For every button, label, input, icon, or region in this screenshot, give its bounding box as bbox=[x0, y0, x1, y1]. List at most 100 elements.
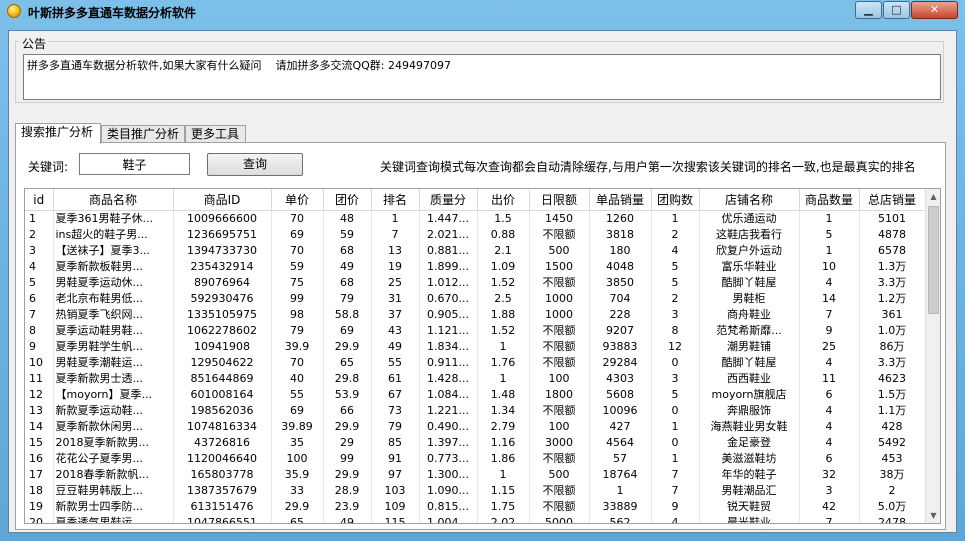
table-cell: 5 bbox=[651, 387, 700, 403]
column-header[interactable]: id bbox=[25, 189, 54, 211]
scroll-up-arrow-icon[interactable]: ▲ bbox=[926, 189, 940, 205]
keyword-input[interactable] bbox=[79, 153, 190, 175]
table-row[interactable]: 7 热销夏季飞织网... 1335105975 98 58.8 37 0.905... 1.8… bbox=[25, 307, 926, 323]
table-cell: 109 bbox=[371, 499, 420, 515]
table-cell: 500 bbox=[529, 467, 590, 483]
column-header[interactable]: 质量分 bbox=[419, 189, 478, 211]
table-cell: 85 bbox=[371, 435, 420, 451]
close-button[interactable]: ✕ bbox=[911, 1, 958, 19]
table-row[interactable]: 16 花花公子夏季男... 1120046640 100 99 91 0.773... 1.8… bbox=[25, 451, 926, 467]
table-row[interactable]: 14 夏季新款休闲男... 1074816334 39.89 29.9 79 0.490..… bbox=[25, 419, 926, 435]
scroll-thumb[interactable] bbox=[928, 206, 939, 314]
table-cell: 1.09 bbox=[477, 259, 530, 275]
table-row[interactable]: 2 ins超火的鞋子男... 1236695751 69 59 7 2.021... 0.88… bbox=[25, 227, 926, 243]
table-row[interactable]: 10 男鞋夏季潮鞋运... 129504622 70 65 55 0.911... 1.76 不… bbox=[25, 355, 926, 371]
table-cell: 金足豪登 bbox=[699, 435, 800, 451]
table-row[interactable]: 4 夏季新款板鞋男... 235432914 59 49 19 1.899... 1.09 15… bbox=[25, 259, 926, 275]
table-row[interactable]: 5 男鞋夏季运动休... 89076964 75 68 25 1.012... 1.52 不限额… bbox=[25, 275, 926, 291]
table-cell: 66 bbox=[323, 403, 372, 419]
query-hint: 关键词查询模式每次查询都会自动清除缓存,与用户第一次搜索该关键词的排名一致,也是… bbox=[380, 160, 916, 174]
table-row[interactable]: 13 新款夏季运动鞋... 198562036 69 66 73 1.221... 1.34 不… bbox=[25, 403, 926, 419]
table-row[interactable]: 3 【送袜子】夏季3... 1394733730 70 68 13 0.881... 2.1 5… bbox=[25, 243, 926, 259]
table-row[interactable]: 17 2018春季新款帆... 165803778 35.9 29.9 97 1.300..… bbox=[25, 467, 926, 483]
table-row[interactable]: 6 老北京布鞋男低... 592930476 99 79 31 0.670... 2.5 100… bbox=[25, 291, 926, 307]
table-cell: 592930476 bbox=[173, 291, 272, 307]
table-cell: 1.34 bbox=[477, 403, 530, 419]
table-cell: 100 bbox=[529, 371, 590, 387]
table-row[interactable]: 8 夏季运动鞋男鞋... 1062278602 79 69 43 1.121... 1.52 不… bbox=[25, 323, 926, 339]
table-cell: 1.52 bbox=[477, 323, 530, 339]
table-cell: 1.0万 bbox=[859, 323, 926, 339]
column-header[interactable]: 团购数 bbox=[651, 189, 700, 211]
table-row[interactable]: 15 2018夏季新款男... 43726816 35 29 85 1.397... 1.16… bbox=[25, 435, 926, 451]
table-cell: 1.15 bbox=[477, 483, 530, 499]
column-header[interactable]: 商品名称 bbox=[53, 189, 174, 211]
column-header[interactable]: 店铺名称 bbox=[699, 189, 800, 211]
column-header[interactable]: 总店销量 bbox=[859, 189, 926, 211]
column-header[interactable]: 团价 bbox=[323, 189, 372, 211]
column-header[interactable]: 单价 bbox=[271, 189, 324, 211]
table-cell: 49 bbox=[371, 339, 420, 355]
table-cell: 31 bbox=[371, 291, 420, 307]
table-cell: 1.76 bbox=[477, 355, 530, 371]
table-cell: 100 bbox=[529, 419, 590, 435]
notice-textbox[interactable]: 拼多多直通车数据分析软件,如果大家有什么疑问 请加拼多多交流QQ群: 24949… bbox=[23, 54, 941, 100]
column-header[interactable]: 商品ID bbox=[173, 189, 272, 211]
table-cell: 10 bbox=[25, 355, 54, 371]
tab-search-promotion[interactable]: 搜索推广分析 bbox=[15, 123, 101, 144]
column-header[interactable]: 排名 bbox=[371, 189, 420, 211]
table-cell: 1.86 bbox=[477, 451, 530, 467]
table-row[interactable]: 11 夏季新款男士透... 851644869 40 29.8 61 1.428... 1 10… bbox=[25, 371, 926, 387]
table-cell: 70 bbox=[271, 243, 324, 259]
table-cell: 48 bbox=[323, 210, 372, 227]
keyword-label: 关键词: bbox=[28, 160, 69, 174]
table-cell: 老北京布鞋男低... bbox=[53, 291, 174, 307]
table-body: 1 夏季361男鞋子休... 1009666600 70 48 1 1.447... 1.5 1… bbox=[25, 210, 926, 523]
table-cell: 2 bbox=[25, 227, 54, 243]
table-cell: 5 bbox=[651, 259, 700, 275]
table-cell: 115 bbox=[371, 515, 420, 523]
column-header[interactable]: 商品数量 bbox=[799, 189, 860, 211]
vertical-scrollbar[interactable]: ▲ ▼ bbox=[925, 189, 940, 523]
table-cell: 8 bbox=[25, 323, 54, 339]
results-table[interactable]: id 商品名称 商品ID 单价 团价 排名 质量分 出价 日限额 单品销量 团购数 店铺名称 商品数量总… bbox=[24, 188, 941, 524]
title-bar[interactable]: 叶斯拼多多直通车数据分析软件 ▁ □ ✕ bbox=[0, 0, 965, 24]
table-row[interactable]: 18 豆豆鞋男韩版上... 1387357679 33 28.9 103 1.090... 1… bbox=[25, 483, 926, 499]
scroll-down-arrow-icon[interactable]: ▼ bbox=[926, 508, 940, 523]
table-cell: 1450 bbox=[529, 210, 590, 227]
table-row[interactable]: 9 夏季男鞋学生帆... 10941908 39.9 29.9 49 1.834... 1 不限… bbox=[25, 339, 926, 355]
column-header[interactable]: 单品销量 bbox=[589, 189, 652, 211]
table-cell: 75 bbox=[271, 275, 324, 291]
table-cell: 1800 bbox=[529, 387, 590, 403]
column-header[interactable]: 日限额 bbox=[529, 189, 590, 211]
table-cell: 4878 bbox=[859, 227, 926, 243]
table-cell: 美滋滋鞋坊 bbox=[699, 451, 800, 467]
table-cell: 富乐华鞋业 bbox=[699, 259, 800, 275]
table-cell: 5608 bbox=[589, 387, 652, 403]
table-cell: 1074816334 bbox=[173, 419, 272, 435]
table-row[interactable]: 12 【moyorn】夏季... 601008164 55 53.9 67 1.084...… bbox=[25, 387, 926, 403]
minimize-button[interactable]: ▁ bbox=[855, 1, 882, 19]
table-cell: 9 bbox=[25, 339, 54, 355]
maximize-button[interactable]: □ bbox=[883, 1, 910, 19]
column-header[interactable]: 出价 bbox=[477, 189, 530, 211]
query-button[interactable]: 查询 bbox=[207, 153, 303, 176]
table-cell: 1 bbox=[589, 483, 652, 499]
table-cell: 4564 bbox=[589, 435, 652, 451]
table-cell: 1 bbox=[371, 210, 420, 227]
table-row[interactable]: 20 夏季透气男鞋运... 1047866551 65 49 115 1.004... 2.0… bbox=[25, 515, 926, 523]
table-cell: 奔鼎服饰 bbox=[699, 403, 800, 419]
table-cell: 0.815... bbox=[419, 499, 478, 515]
tab-more-tools[interactable]: 更多工具 bbox=[185, 125, 246, 143]
table-cell: 4 bbox=[651, 515, 700, 523]
table-row[interactable]: 19 新款男士四季防... 613151476 29.9 23.9 109 0.815...… bbox=[25, 499, 926, 515]
table-cell: 19 bbox=[371, 259, 420, 275]
table-cell: 1.88 bbox=[477, 307, 530, 323]
tab-category-promotion[interactable]: 类目推广分析 bbox=[101, 125, 185, 143]
table-row[interactable]: 1 夏季361男鞋子休... 1009666600 70 48 1 1.447... 1.5 1… bbox=[25, 210, 926, 227]
table-cell: 49 bbox=[323, 515, 372, 523]
table-cell: 42 bbox=[799, 499, 860, 515]
table-cell: 11 bbox=[25, 371, 54, 387]
table-cell: 361 bbox=[859, 307, 926, 323]
table-cell: 不限额 bbox=[529, 227, 590, 243]
